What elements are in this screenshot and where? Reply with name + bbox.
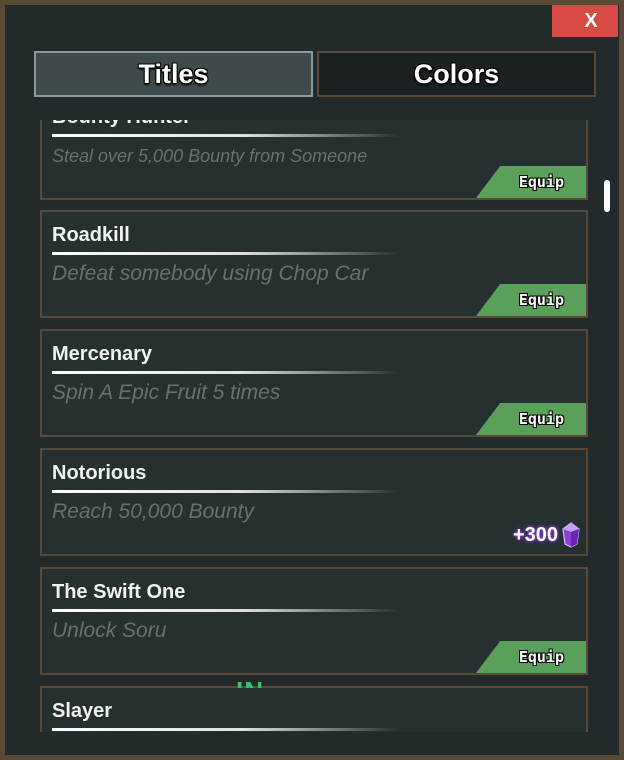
- card-description: Unlock Soru: [52, 619, 167, 642]
- title-underline: [52, 728, 400, 731]
- title-card-the-swift-one: The Swift One Unlock Soru Equip: [40, 567, 588, 675]
- tab-colors[interactable]: Colors: [317, 51, 596, 97]
- card-description: Spin A Epic Fruit 5 times: [52, 381, 281, 404]
- equip-button[interactable]: Equip: [476, 284, 586, 316]
- title-underline: [52, 609, 400, 612]
- title-underline: [52, 490, 400, 493]
- title-card-roadkill: Roadkill Defeat somebody using Chop Car …: [40, 210, 588, 318]
- reward-amount: +300: [512, 523, 558, 546]
- purple-gem-icon: [562, 522, 580, 548]
- card-description: Reach 50,000 Bounty: [52, 500, 254, 523]
- close-button[interactable]: X: [552, 5, 618, 37]
- card-title: Bounty Hunter: [52, 120, 191, 129]
- title-card-slayer: Slayer: [40, 686, 588, 732]
- title-card-mercenary: Mercenary Spin A Epic Fruit 5 times Equi…: [40, 329, 588, 437]
- card-title: The Swift One: [52, 581, 186, 603]
- scrollbar-thumb[interactable]: [604, 180, 610, 212]
- card-title: Notorious: [52, 462, 147, 484]
- card-description: Steal over 5,000 Bounty from Someone: [52, 146, 368, 166]
- list-top-edge: [30, 104, 596, 120]
- title-card-notorious: Notorious Reach 50,000 Bounty +300: [40, 448, 588, 556]
- card-description: Defeat somebody using Chop Car: [52, 262, 369, 285]
- card-title: Mercenary: [52, 343, 153, 365]
- card-title: Slayer: [52, 700, 113, 722]
- titles-list[interactable]: Bounty Hunter Steal over 5,000 Bounty fr…: [30, 120, 596, 732]
- title-underline: [52, 371, 400, 374]
- title-underline: [52, 252, 400, 255]
- equip-button[interactable]: Equip: [476, 166, 586, 198]
- equip-button[interactable]: Equip: [476, 403, 586, 435]
- gem-reward: +300: [513, 522, 580, 548]
- card-title: Roadkill: [52, 224, 130, 246]
- title-underline: [52, 134, 400, 137]
- tab-titles[interactable]: Titles: [34, 51, 313, 97]
- title-card-bounty-hunter: Bounty Hunter Steal over 5,000 Bounty fr…: [40, 120, 588, 200]
- equip-button[interactable]: Equip: [476, 641, 586, 673]
